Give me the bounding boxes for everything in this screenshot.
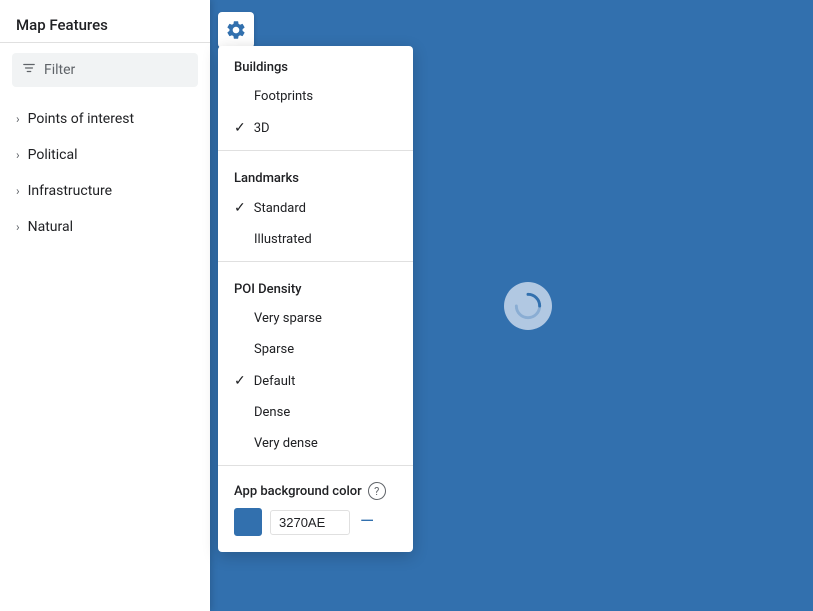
sidebar-item-label: Natural <box>28 219 73 235</box>
section-divider <box>218 261 413 262</box>
very-dense-option[interactable]: Very dense <box>218 428 413 459</box>
color-clear-button[interactable]: — <box>360 513 374 531</box>
illustrated-label: Illustrated <box>254 232 312 247</box>
color-swatch[interactable] <box>234 508 262 536</box>
loading-spinner <box>504 282 552 330</box>
sparse-option[interactable]: Sparse <box>218 334 413 365</box>
chevron-right-icon: › <box>16 148 20 162</box>
check-icon: ✓ <box>234 200 246 216</box>
landmarks-section-label: Landmarks <box>218 157 413 192</box>
poi-density-section-label: POI Density <box>218 268 413 303</box>
settings-dropdown: Buildings Footprints ✓ 3D Landmarks ✓ St… <box>218 46 413 552</box>
bg-color-section: App background color ? — <box>218 472 413 540</box>
section-divider <box>218 150 413 151</box>
filter-label: Filter <box>44 62 75 78</box>
very-dense-label: Very dense <box>254 436 318 451</box>
very-sparse-option[interactable]: Very sparse <box>218 303 413 334</box>
standard-label: Standard <box>254 201 306 216</box>
help-icon[interactable]: ? <box>368 482 386 500</box>
very-sparse-label: Very sparse <box>254 311 322 326</box>
sidebar-title: Map Features <box>0 0 210 43</box>
chevron-right-icon: › <box>16 112 20 126</box>
default-label: Default <box>254 374 296 389</box>
buildings-section-label: Buildings <box>218 46 413 81</box>
nav-list: › Points of interest › Political › Infra… <box>0 97 210 249</box>
sidebar-item-label: Political <box>28 147 78 163</box>
sidebar-item-poi[interactable]: › Points of interest <box>0 101 210 137</box>
sidebar-item-natural[interactable]: › Natural <box>0 209 210 245</box>
check-icon: ✓ <box>234 373 246 389</box>
footprints-option[interactable]: Footprints <box>218 81 413 112</box>
sidebar-item-infrastructure[interactable]: › Infrastructure <box>0 173 210 209</box>
sidebar: Map Features Filter › Points of interest… <box>0 0 210 611</box>
sidebar-item-political[interactable]: › Political <box>0 137 210 173</box>
dense-label: Dense <box>254 405 290 420</box>
sidebar-item-label: Points of interest <box>28 111 134 127</box>
color-value-input[interactable] <box>270 510 350 535</box>
dense-option[interactable]: Dense <box>218 397 413 428</box>
sidebar-item-label: Infrastructure <box>28 183 112 199</box>
filter-bar[interactable]: Filter <box>12 53 198 87</box>
3d-option[interactable]: ✓ 3D <box>218 112 413 144</box>
gear-button[interactable] <box>218 12 254 48</box>
section-divider <box>218 465 413 466</box>
illustrated-option[interactable]: Illustrated <box>218 224 413 255</box>
chevron-right-icon: › <box>16 220 20 234</box>
gear-icon <box>225 19 247 41</box>
3d-label: 3D <box>254 121 270 136</box>
standard-option[interactable]: ✓ Standard <box>218 192 413 224</box>
bg-color-label: App background color <box>234 484 362 499</box>
filter-icon <box>22 61 36 79</box>
check-icon: ✓ <box>234 120 246 136</box>
sparse-label: Sparse <box>254 342 294 357</box>
chevron-right-icon: › <box>16 184 20 198</box>
default-option[interactable]: ✓ Default <box>218 365 413 397</box>
footprints-label: Footprints <box>254 89 313 104</box>
